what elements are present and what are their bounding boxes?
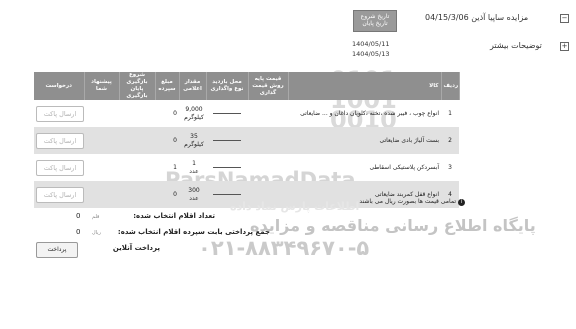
request-cell: ارسال پاکت bbox=[34, 154, 84, 181]
send-envelope-button[interactable]: ارسال پاکت bbox=[36, 186, 84, 203]
date-range-box: تاریخ شروع تاریخ پایان bbox=[353, 10, 397, 32]
qty-unit: عدد bbox=[189, 194, 199, 202]
base-price-cell bbox=[248, 127, 288, 154]
col-item: کالا bbox=[288, 72, 442, 100]
table-row: ارسال پاکت 0 9,000 کیلوگرم انواع چوب ، فی… bbox=[34, 100, 459, 127]
qty-cell: 1 عدد bbox=[179, 154, 206, 181]
item-title: انواع چوب ، فیبر شده ،تخته ،کلوپان داغان… bbox=[300, 110, 439, 117]
selected-count-unit: قلم bbox=[92, 214, 100, 220]
page-title: مزایده ساپیا آذین 04/15/3/06 bbox=[425, 13, 529, 22]
qty-value: 9,000 bbox=[185, 105, 203, 113]
info-icon: i bbox=[458, 199, 465, 206]
unit-divider bbox=[213, 113, 241, 114]
qty-unit: کیلوگرم bbox=[184, 113, 204, 121]
col-qty: مقدار اعلامی bbox=[179, 72, 207, 100]
deposit-cell: 0 bbox=[173, 110, 177, 117]
row-index: 2 bbox=[441, 127, 459, 154]
base-price-cell bbox=[248, 100, 288, 127]
unit-cell bbox=[206, 154, 248, 181]
col-unit: محل بازدید نوع واگذاری bbox=[206, 72, 249, 100]
deposit-total-label: جمع پرداختی بابت سپرده اقلام انتخاب شده: bbox=[117, 228, 270, 236]
qty-value: 300 bbox=[188, 186, 200, 194]
unit-divider bbox=[213, 140, 241, 141]
unit-cell bbox=[206, 127, 248, 154]
col-row: ردیف bbox=[441, 72, 460, 100]
end-date: 1404/05/13 bbox=[352, 50, 390, 58]
qty-cell: 300 عدد bbox=[179, 181, 206, 208]
request-cell: ارسال پاکت bbox=[34, 100, 84, 127]
watermark-fade: اطلاعات پارس نماد داده bbox=[230, 200, 360, 213]
deposit-cell: 0 bbox=[155, 181, 179, 208]
table-row: ارسال پاکت 0 35 کیلوگرم بست آلیاژ بادی ضا… bbox=[34, 127, 459, 154]
watermark-phone: ۰۲۱-۸۸۳۴۹۶۷۰-۵ bbox=[198, 236, 370, 260]
suggest-cell bbox=[84, 181, 119, 208]
col-base-price: قیمت پایه روش قیمت گذاری bbox=[248, 72, 289, 100]
date-box-end-label: تاریخ پایان bbox=[362, 20, 388, 27]
request-cell: ارسال پاکت bbox=[34, 127, 84, 154]
col-deposit: مبلغ سپرده bbox=[155, 72, 180, 100]
online-pay-label: پرداخت آنلاین bbox=[112, 244, 160, 252]
qty-cell: 9,000 کیلوگرم bbox=[179, 100, 206, 127]
suggest-cell bbox=[84, 100, 119, 127]
send-envelope-button[interactable]: ارسال پاکت bbox=[36, 105, 84, 122]
deposit-cell: 1 bbox=[173, 164, 177, 171]
start-winner-cell bbox=[119, 100, 155, 127]
item-title: آبسردکن پلاستیکی اسقاطی bbox=[369, 164, 439, 171]
base-price-cell bbox=[248, 154, 288, 181]
start-date: 1404/05/11 bbox=[352, 40, 390, 48]
request-cell: ارسال پاکت bbox=[34, 181, 84, 208]
row-index: 3 bbox=[448, 164, 452, 171]
col-suggest: پیشنهاد شما bbox=[84, 72, 120, 100]
deposit-total-value: 0 bbox=[76, 228, 81, 236]
unit-cell bbox=[206, 100, 248, 127]
start-winner-cell bbox=[119, 127, 155, 154]
suggest-cell bbox=[84, 154, 119, 181]
deposit-cell: 0 bbox=[155, 127, 179, 154]
start-winner-cell bbox=[119, 181, 155, 208]
unit-divider bbox=[213, 167, 241, 168]
col-request: درخواست bbox=[34, 72, 85, 100]
qty-value: 1 bbox=[192, 159, 196, 167]
selected-count-value: 0 bbox=[76, 212, 81, 220]
table-header-row: درخواست پیشنهاد شما شروع بازگیری پایان ب… bbox=[34, 72, 460, 100]
start-winner-cell bbox=[119, 154, 155, 181]
watermark-line: پایگاه اطلاع رسانی مناقصه و مزایده bbox=[250, 216, 536, 235]
more-info-link[interactable]: توضیحات بیشتر bbox=[490, 41, 542, 50]
expand-toggle-icon[interactable]: + bbox=[560, 42, 569, 51]
qty-cell: 35 کیلوگرم bbox=[179, 127, 206, 154]
item-title: بست آلیاژ بادی ضایعاتی bbox=[288, 127, 441, 154]
row-index: 1 bbox=[448, 110, 452, 117]
qty-unit: کیلوگرم bbox=[184, 140, 204, 148]
qty-value: 35 bbox=[190, 132, 198, 140]
deposit-total-unit: ریال bbox=[92, 230, 101, 236]
unit-divider bbox=[213, 194, 241, 195]
notice-text: تمامی قیمت ها بصورت ریال می باشند bbox=[359, 198, 456, 205]
send-envelope-button[interactable]: ارسال پاکت bbox=[36, 132, 84, 149]
col-start-winner: شروع بازگیری پایان بازگیری bbox=[119, 72, 156, 100]
collapse-toggle-icon[interactable]: − bbox=[560, 14, 569, 23]
qty-unit: عدد bbox=[189, 167, 199, 175]
selected-count-label: تعداد اقلام انتخاب شده: bbox=[133, 212, 215, 220]
table-row: ارسال پاکت 1 1 عدد آبسردکن پلاستیکی اسقاط… bbox=[34, 154, 459, 181]
date-box-start-label: تاریخ شروع bbox=[360, 13, 390, 20]
send-envelope-button[interactable]: ارسال پاکت bbox=[36, 159, 84, 176]
suggest-cell bbox=[84, 127, 119, 154]
pay-button[interactable]: پرداخت bbox=[36, 242, 78, 258]
items-table: درخواست پیشنهاد شما شروع بازگیری پایان ب… bbox=[34, 72, 460, 208]
